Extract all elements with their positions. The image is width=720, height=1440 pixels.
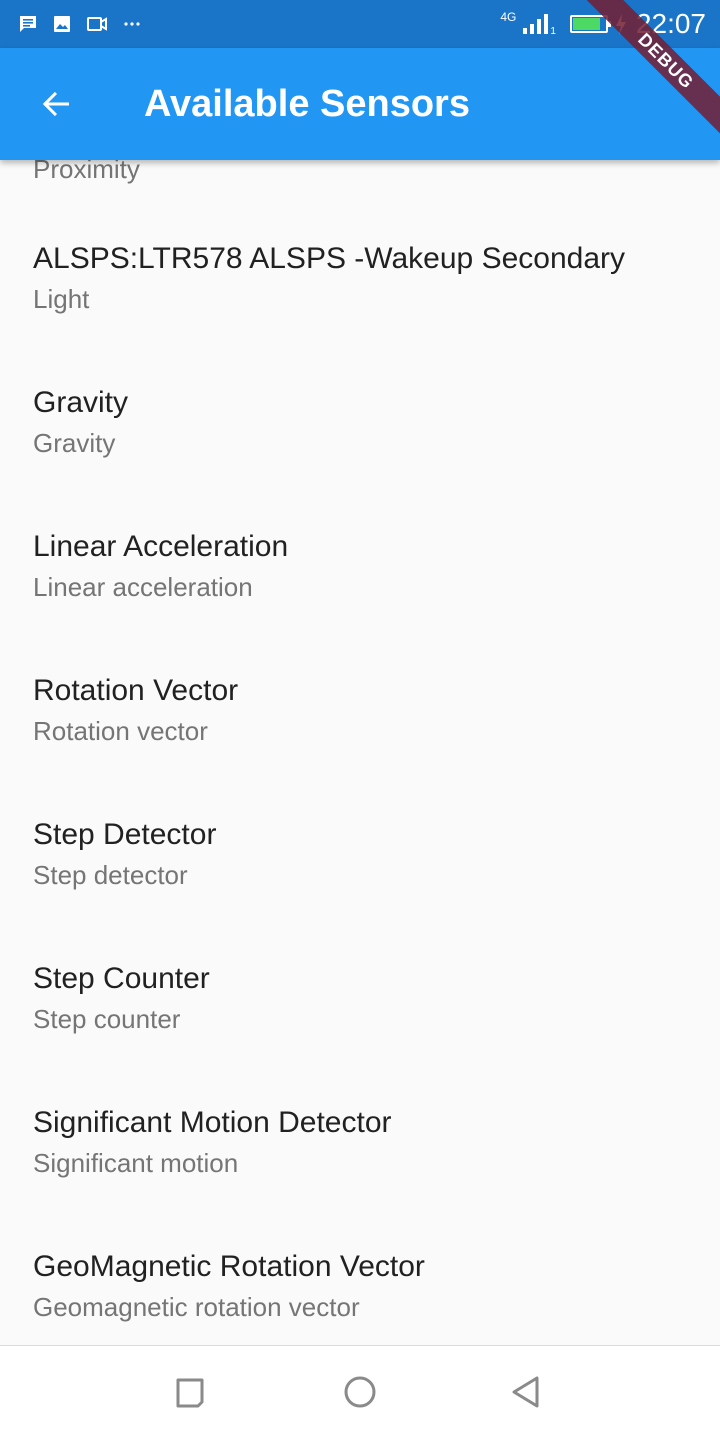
sensor-list-item[interactable]: Rotation Vector Rotation vector [0,674,720,818]
sensor-list-item[interactable]: Step Counter Step counter [0,962,720,1106]
sensor-name: Step Detector [33,818,217,851]
sensor-type: Linear acceleration [33,572,253,602]
sensor-name: GeoMagnetic Rotation Vector [33,1250,425,1283]
sensor-type: Light [33,284,90,314]
back-triangle-icon [512,1376,539,1408]
sim-slot-label: 1 [550,25,556,37]
more-icon [124,22,140,26]
partial-sensor-type: Proximity [33,160,140,184]
page-title: Available Sensors [144,83,470,125]
video-icon [87,17,107,31]
sensor-list-item[interactable]: Linear Acceleration Linear acceleration [0,530,720,674]
sensor-type: Step counter [33,1004,181,1034]
signal-icon [523,14,549,34]
sensor-type: Significant motion [33,1148,239,1178]
back-nav-button[interactable] [504,1370,548,1414]
sensor-name: ALSPS:LTR578 ALSPS -Wakeup Secondary [33,242,625,275]
sensor-list-item[interactable]: Step Detector Step detector [0,818,720,962]
recents-icon [176,1378,204,1408]
sensor-name: Linear Acceleration [33,530,289,563]
message-icon [20,16,36,32]
sensor-type: Geomagnetic rotation vector [33,1292,360,1322]
sensor-type: Gravity [33,428,116,458]
screen: 4G 1 22:07 Available Sensors DEBUG Proxi… [0,0,720,1440]
network-type-label: 4G [500,10,517,24]
back-button[interactable] [24,72,88,136]
battery-level [572,18,600,30]
recents-button[interactable] [170,1370,214,1414]
home-button[interactable] [338,1370,382,1414]
home-icon [344,1376,376,1408]
notification-icons [18,12,142,36]
navigation-bar [0,1345,720,1440]
sensor-name: Gravity [33,386,129,419]
sensor-list-item[interactable]: Gravity Gravity [0,386,720,530]
sensor-list[interactable]: Proximity ALSPS:LTR578 ALSPS -Wakeup Sec… [0,160,720,1345]
sensor-list-item[interactable]: ALSPS:LTR578 ALSPS -Wakeup Secondary Lig… [0,242,720,386]
image-icon [54,16,70,32]
battery-icon [569,15,611,33]
sensor-type: Step detector [33,860,188,890]
sensor-type: Rotation vector [33,716,208,746]
sensor-list-item[interactable]: Significant Motion Detector Significant … [0,1106,720,1250]
app-bar: Available Sensors [0,48,720,160]
sensor-name: Rotation Vector [33,674,239,707]
arrow-left-icon [42,91,69,117]
sensor-name: Step Counter [33,962,210,995]
sensor-list-item[interactable]: GeoMagnetic Rotation Vector Geomagnetic … [0,1250,720,1345]
sensor-name: Significant Motion Detector [33,1106,392,1139]
